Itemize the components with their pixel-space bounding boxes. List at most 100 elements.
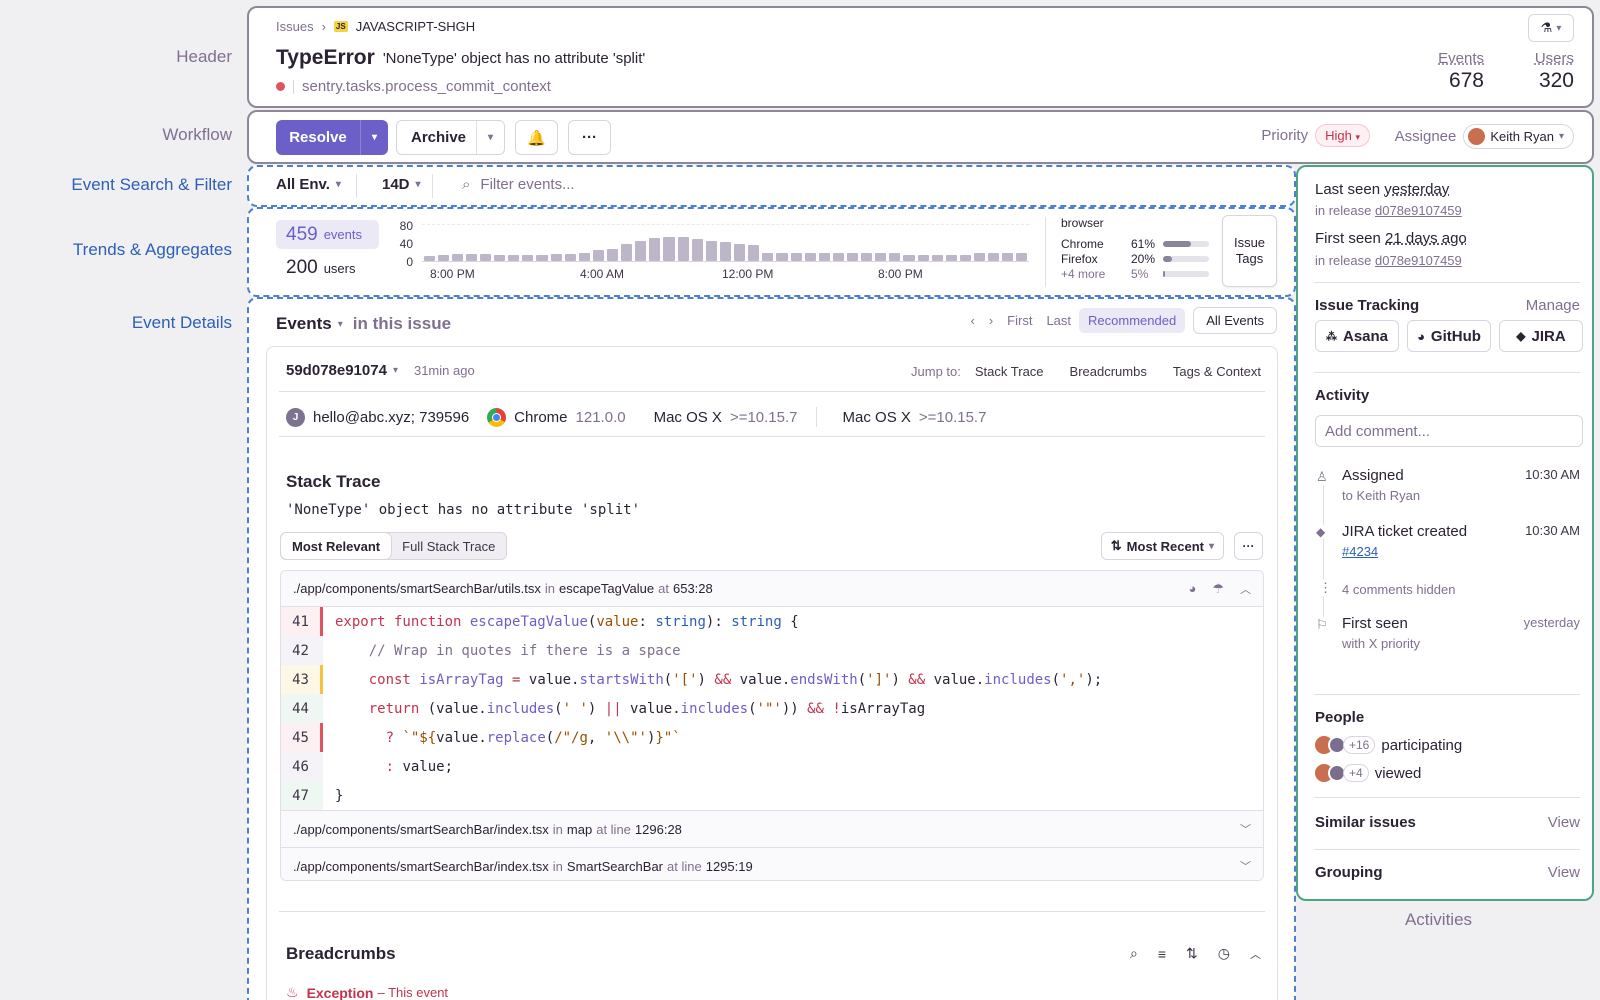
chart-bar[interactable] [705,241,717,261]
clock-icon[interactable]: ◷ [1218,945,1230,962]
chevron-down-icon[interactable]: ▾ [360,120,388,155]
chart-bar[interactable] [677,237,689,261]
chevron-down-icon[interactable]: ﹀ [1240,858,1251,874]
chart-bar[interactable] [959,255,972,261]
chart-bar[interactable] [550,253,562,261]
release-link[interactable]: d078e9107459 [1375,203,1462,218]
environment-dropdown[interactable]: All Env. ▾ [276,176,341,193]
event-user[interactable]: hello@abc.xyz; 739596 [313,409,469,426]
chart-bar[interactable] [748,245,760,261]
period-dropdown[interactable]: 14D ▾ [382,176,421,193]
jump-breadcrumbs[interactable]: Breadcrumbs [1070,364,1147,379]
chevron-right-icon[interactable]: › [989,313,993,328]
more-actions-button[interactable]: ··· [568,120,611,155]
subscribe-button[interactable]: 🔔 [515,120,558,155]
most-relevant-tab[interactable]: Most Relevant [281,533,392,559]
flask-button[interactable]: ⚗ ▾ [1528,14,1574,42]
manage-link[interactable]: Manage [1526,297,1580,314]
github-icon[interactable]: ◕ [1188,581,1196,596]
archive-button[interactable]: Archive ▾ [396,120,505,155]
comment-input[interactable]: Add comment... [1315,415,1583,447]
jira-ticket-link[interactable]: #4234 [1342,544,1580,559]
chart-bar[interactable] [451,254,463,261]
sort-dropdown[interactable]: ⇅ Most Recent ▾ [1100,532,1224,560]
viewers[interactable]: +4 viewed [1315,764,1421,782]
release-link[interactable]: d078e9107459 [1375,253,1462,268]
chevron-down-icon[interactable]: ﹀ [1240,821,1251,837]
chart-bar[interactable] [635,240,647,261]
chart-bar[interactable] [776,252,788,261]
grouping-view-link[interactable]: View [1548,864,1580,881]
chart-bar[interactable] [508,254,520,261]
github-button[interactable]: ◕ GitHub [1407,320,1491,352]
chart-bar[interactable] [479,254,492,261]
frame-header[interactable]: ./app/components/smartSearchBar/utils.ts… [281,571,1263,607]
stack-options-button[interactable]: ··· [1234,532,1263,560]
jump-stack-trace[interactable]: Stack Trace [975,364,1044,379]
chevron-left-icon[interactable]: ‹ [970,313,974,328]
chart-bar[interactable] [889,252,901,261]
chevron-down-icon[interactable]: ▾ [476,121,504,154]
chart-bar[interactable] [804,252,816,261]
chart-bar[interactable] [917,255,929,261]
chart-bar[interactable] [1002,252,1014,261]
frame-header[interactable]: ./app/components/smartSearchBar/index.ts… [281,847,1263,880]
chart-bar[interactable] [818,252,830,261]
search-input[interactable]: ⌕ Filter events... [462,176,575,193]
chart-bar[interactable] [1016,252,1028,261]
chart-bar[interactable] [607,248,619,261]
chart-bar[interactable] [861,252,873,261]
first-event-link[interactable]: First [1007,313,1032,328]
priority-dropdown[interactable]: High ▾ [1315,124,1370,147]
chart-bar[interactable] [762,252,774,261]
jump-tags-context[interactable]: Tags & Context [1173,364,1261,379]
participants[interactable]: +16 participating [1315,736,1462,754]
chevron-down-icon[interactable]: ▾ [338,319,343,330]
chart-bar[interactable] [564,253,576,261]
chart-bar[interactable] [578,252,590,261]
similar-issues-view-link[interactable]: View [1548,814,1580,831]
chart-bar[interactable] [663,237,675,261]
chart-bar[interactable] [437,255,449,261]
breadcrumb-project[interactable]: JAVASCRIPT-SHGH [356,19,475,34]
event-id[interactable]: 59d078e91074 ▾ 31min ago [286,362,475,379]
chart-bar[interactable] [621,244,633,261]
filter-icon[interactable]: ≡ [1158,946,1166,962]
chart-bar[interactable] [931,255,943,261]
chevron-up-icon[interactable]: ︿ [1250,946,1261,962]
chart-bar[interactable] [592,250,604,261]
chart-bar[interactable] [719,242,732,261]
search-icon[interactable]: ⌕ [1130,945,1138,962]
recommended-event-button[interactable]: Recommended [1079,308,1186,333]
jira-button[interactable]: ◆ JIRA [1499,320,1583,352]
umbrella-icon[interactable]: ☂ [1212,581,1224,597]
activity-item-hidden[interactable]: ⋮ 4 comments hidden [1316,580,1580,597]
frame-header[interactable]: ./app/components/smartSearchBar/index.ts… [281,810,1263,847]
chart-bar[interactable] [734,244,746,261]
events-bar-chart[interactable] [422,224,1029,262]
chart-bar[interactable] [832,252,844,261]
users-count-badge[interactable]: 200 users [286,257,356,279]
browser-tag-distribution[interactable]: browser Chrome 61% Firefox 20% +4 more 5… [1061,216,1209,281]
chevron-up-icon[interactable]: ︿ [1240,581,1251,597]
chart-bar[interactable] [846,252,859,261]
events-count-badge[interactable]: 459 events [276,220,379,249]
chart-bar[interactable] [945,255,957,261]
chart-bar[interactable] [790,252,802,261]
breadcrumb-issues[interactable]: Issues [276,19,314,34]
sort-icon[interactable]: ⇅ [1186,945,1198,962]
chart-bar[interactable] [875,252,887,261]
chart-bar[interactable] [494,254,506,261]
all-events-button[interactable]: All Events [1193,307,1277,334]
full-stack-trace-tab[interactable]: Full Stack Trace [391,539,506,554]
chart-bar[interactable] [988,252,1000,261]
assignee-dropdown[interactable]: Keith Ryan ▾ [1463,124,1574,149]
events-dropdown[interactable]: Events [276,314,332,334]
chart-bar[interactable] [522,254,534,261]
chart-bar[interactable] [465,254,477,261]
chart-bar[interactable] [536,254,548,261]
chart-bar[interactable] [691,238,703,261]
chart-bar[interactable] [649,238,661,261]
chart-bar[interactable] [423,256,435,261]
issue-tags-button[interactable]: Issue Tags [1222,215,1277,287]
